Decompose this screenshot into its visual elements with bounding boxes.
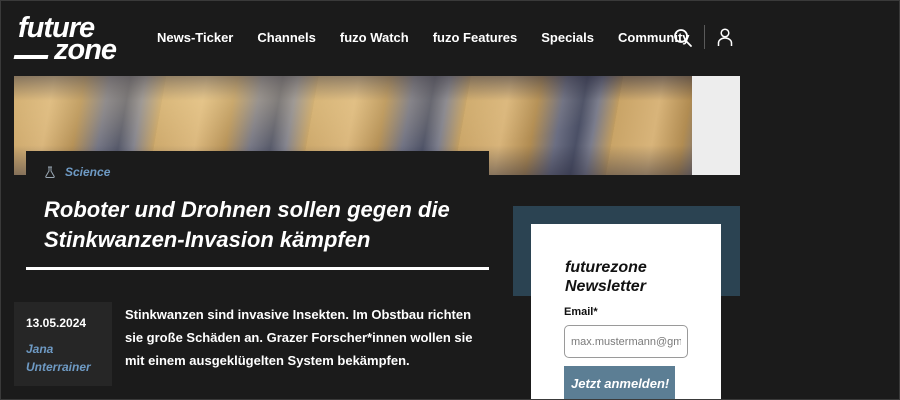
nav-channels[interactable]: Channels [257,30,316,45]
nav-fuzo-watch[interactable]: fuzo Watch [340,30,409,45]
site-header: future zone News-Ticker Channels fuzo Wa… [0,0,900,76]
article-title-box: Science Roboter und Drohnen sollen gegen… [26,151,489,273]
publish-date: 13.05.2024 [26,316,87,330]
logo-underline [13,55,49,59]
nav-news-ticker[interactable]: News-Ticker [157,30,233,45]
logo-line-2: zone [54,34,117,66]
newsletter-card: futurezone Newsletter Email* Jetzt anmel… [531,224,721,400]
search-icon[interactable] [673,28,693,48]
newsletter-title: futurezone Newsletter [565,259,647,295]
email-field[interactable] [564,325,688,358]
hero-side-panel [692,76,740,175]
header-divider [704,25,705,49]
flask-icon [45,166,55,178]
article-title: Roboter und Drohnen sollen gegen die Sti… [44,197,450,252]
article-teaser: Stinkwanzen sind invasive Insekten. Im O… [125,307,473,368]
email-label: Email* [564,306,598,318]
category-label: Science [65,165,111,179]
author-link[interactable]: Jana Unterrainer [26,340,106,376]
user-icon[interactable] [715,27,735,47]
article-category[interactable]: Science [44,165,110,179]
subscribe-button[interactable]: Jetzt anmelden! [564,366,675,400]
article-meta: 13.05.2024 Jana Unterrainer [14,302,112,386]
nav-specials[interactable]: Specials [541,30,594,45]
nav-fuzo-features[interactable]: fuzo Features [433,30,518,45]
main-nav: News-Ticker Channels fuzo Watch fuzo Fea… [157,30,714,45]
title-underline [26,267,489,270]
futurezone-logo[interactable]: future zone [13,12,126,66]
